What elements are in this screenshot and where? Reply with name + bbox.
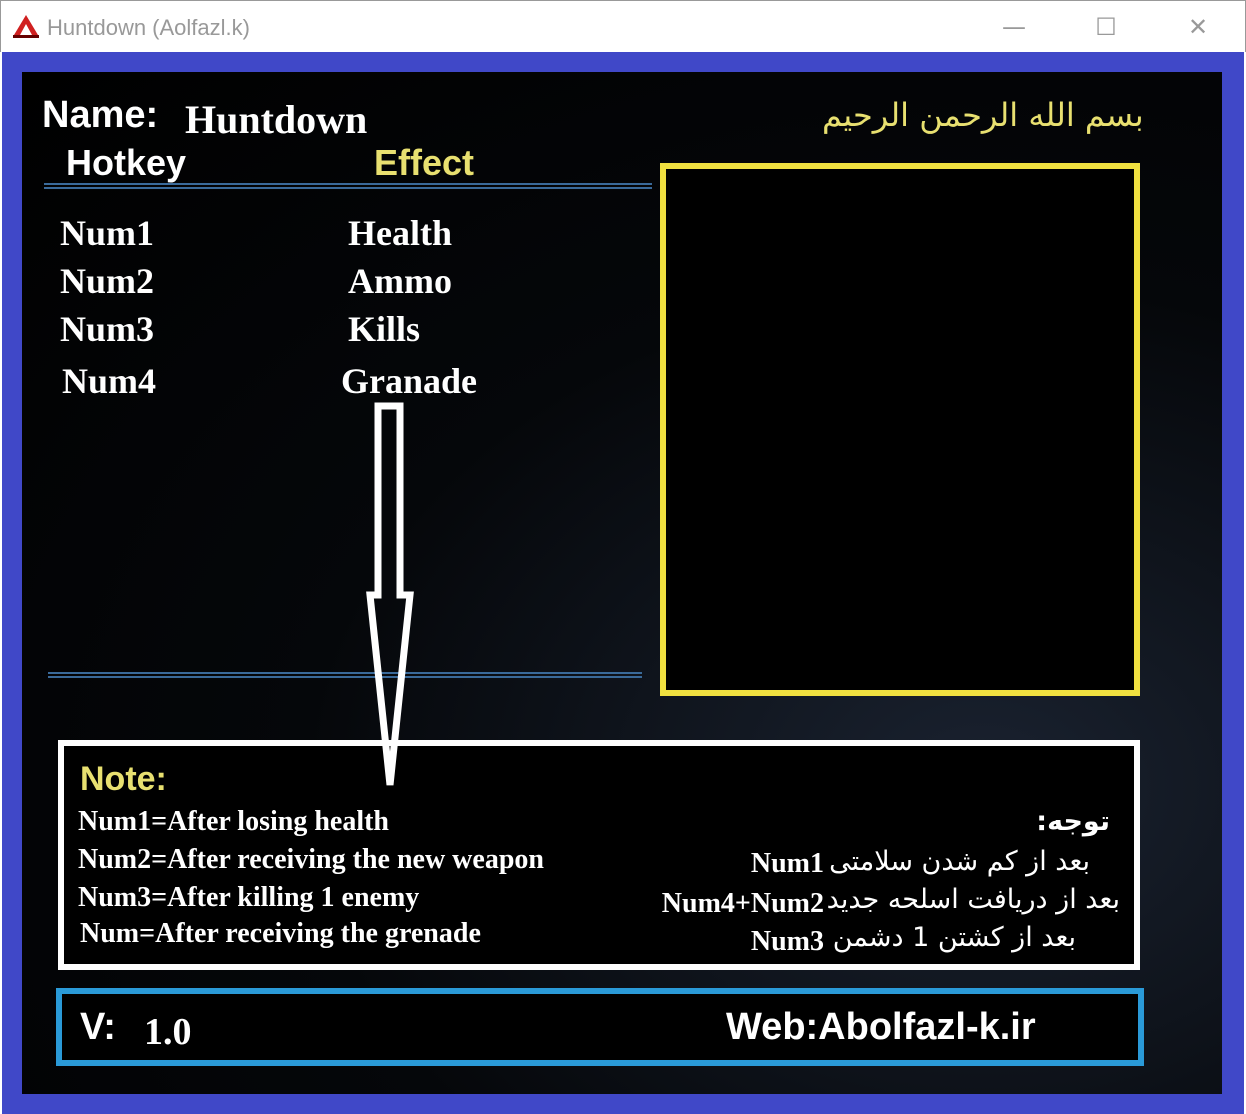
note-label: Note: (80, 760, 167, 798)
note-box: Note: Num1=After losing health Num2=Afte… (58, 740, 1140, 970)
effect-header: Effect (374, 142, 475, 183)
app-logo-icon (13, 15, 39, 38)
hotkey-cell: Num2 (60, 261, 155, 301)
version-label: V: (80, 1006, 116, 1048)
minimize-button[interactable]: — (991, 9, 1037, 45)
hotkey-cell: Num4 (62, 361, 157, 401)
effect-cell: Health (348, 213, 452, 253)
hotkey-cell: Num3 (60, 309, 155, 349)
note-line: Num1=After losing health (78, 806, 389, 837)
preview-box (660, 163, 1140, 696)
effect-cell: Ammo (348, 261, 452, 301)
bismillah: بسم الله الرحمن الرحيم (822, 96, 1144, 134)
effect-cell: Granade (341, 361, 478, 401)
fa-text: بعد از کشتن 1 دشمن (832, 922, 1076, 953)
website-link[interactable]: Web:Abolfazl-k.ir (726, 1006, 1036, 1049)
divider (44, 183, 652, 189)
effect-cell: Kills (348, 309, 421, 349)
title-bar: Huntdown (Aolfazl.k) — ☐ ✕ (0, 0, 1246, 52)
fa-key: Num3 (750, 926, 824, 957)
divider (48, 672, 642, 678)
note-line: Num3=After killing 1 enemy (78, 882, 420, 913)
fa-text: بعد از دریافت اسلحه جدید (826, 884, 1120, 915)
name-value: Huntdown (185, 97, 368, 142)
hotkey-header: Hotkey (66, 142, 187, 183)
fa-note-label: توجه: (1036, 806, 1110, 837)
version-value: 1.0 (144, 1011, 192, 1053)
footer-bar: V: 1.0 Web:Abolfazl-k.ir (56, 988, 1144, 1066)
fa-key: Num1 (750, 848, 824, 879)
window-title: Huntdown (Aolfazl.k) (47, 15, 250, 40)
hotkey-cell: Num1 (60, 213, 155, 253)
fa-key: Num4+Num2 (661, 888, 824, 919)
maximize-button[interactable]: ☐ (1083, 9, 1129, 45)
note-line: Num=After receiving the grenade (80, 918, 481, 949)
arrow-down-icon (366, 402, 414, 786)
fa-text: بعد از کم شدن سلامتی (829, 846, 1090, 877)
note-line: Num2=After receiving the new weapon (78, 844, 544, 875)
name-label: Name: (42, 94, 159, 136)
close-button[interactable]: ✕ (1175, 9, 1221, 45)
